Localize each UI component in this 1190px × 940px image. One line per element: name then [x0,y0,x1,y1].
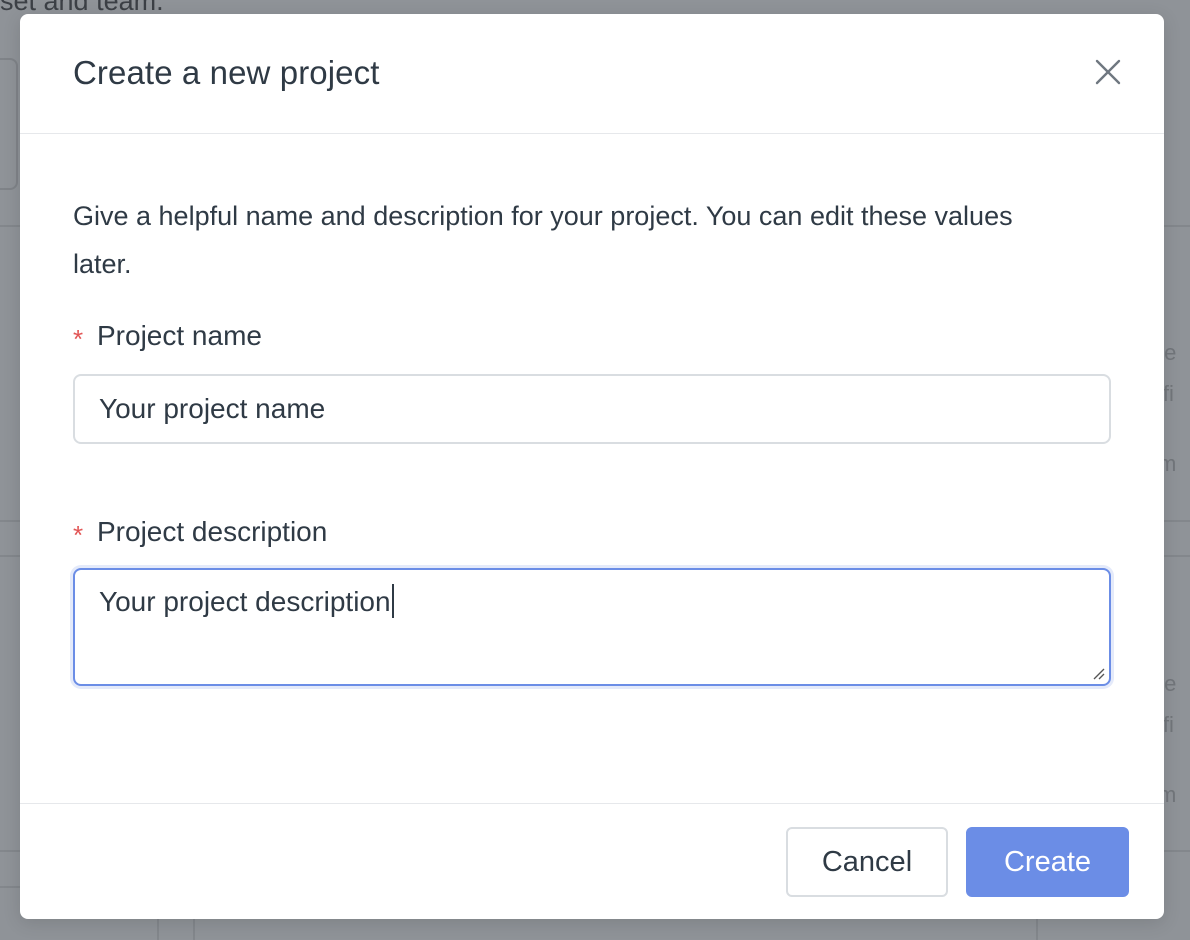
background-card [0,58,18,190]
background-divider [157,918,159,940]
background-divider [0,225,20,227]
project-description-textarea[interactable]: Your project description [73,568,1111,686]
resize-handle-icon[interactable] [1091,666,1105,680]
dialog-body: Give a helpful name and description for … [20,192,1164,686]
dialog-footer: Cancel Create [20,803,1164,919]
background-divider [1164,225,1190,227]
project-description-value: Your project description [99,586,391,617]
background-divider [1036,918,1038,940]
background-divider [1164,850,1190,852]
project-name-value: Your project name [99,393,326,424]
project-description-label: * Project description [73,512,1111,552]
project-name-label: * Project name [73,316,1111,356]
required-marker: * [73,519,84,550]
create-project-dialog: Create a new project Give a helpful name… [20,14,1164,919]
close-button[interactable] [1088,52,1128,92]
required-marker: * [73,323,84,354]
background-divider [1164,520,1190,522]
background-divider [0,555,20,557]
background-divider [0,520,20,522]
dialog-intro-text: Give a helpful name and description for … [73,201,1013,279]
dialog-header: Create a new project [20,14,1164,134]
cancel-button[interactable]: Cancel [786,827,948,897]
background-divider [0,886,20,888]
project-name-input[interactable]: Your project name [73,374,1111,444]
text-cursor [391,584,394,618]
close-icon [1095,59,1121,85]
background-divider [193,918,195,940]
dialog-title: Create a new project [73,54,380,91]
project-name-label-text: Project name [97,320,262,351]
project-description-label-text: Project description [97,516,328,547]
background-divider [0,850,20,852]
create-button[interactable]: Create [966,827,1129,897]
background-divider [1164,555,1190,557]
